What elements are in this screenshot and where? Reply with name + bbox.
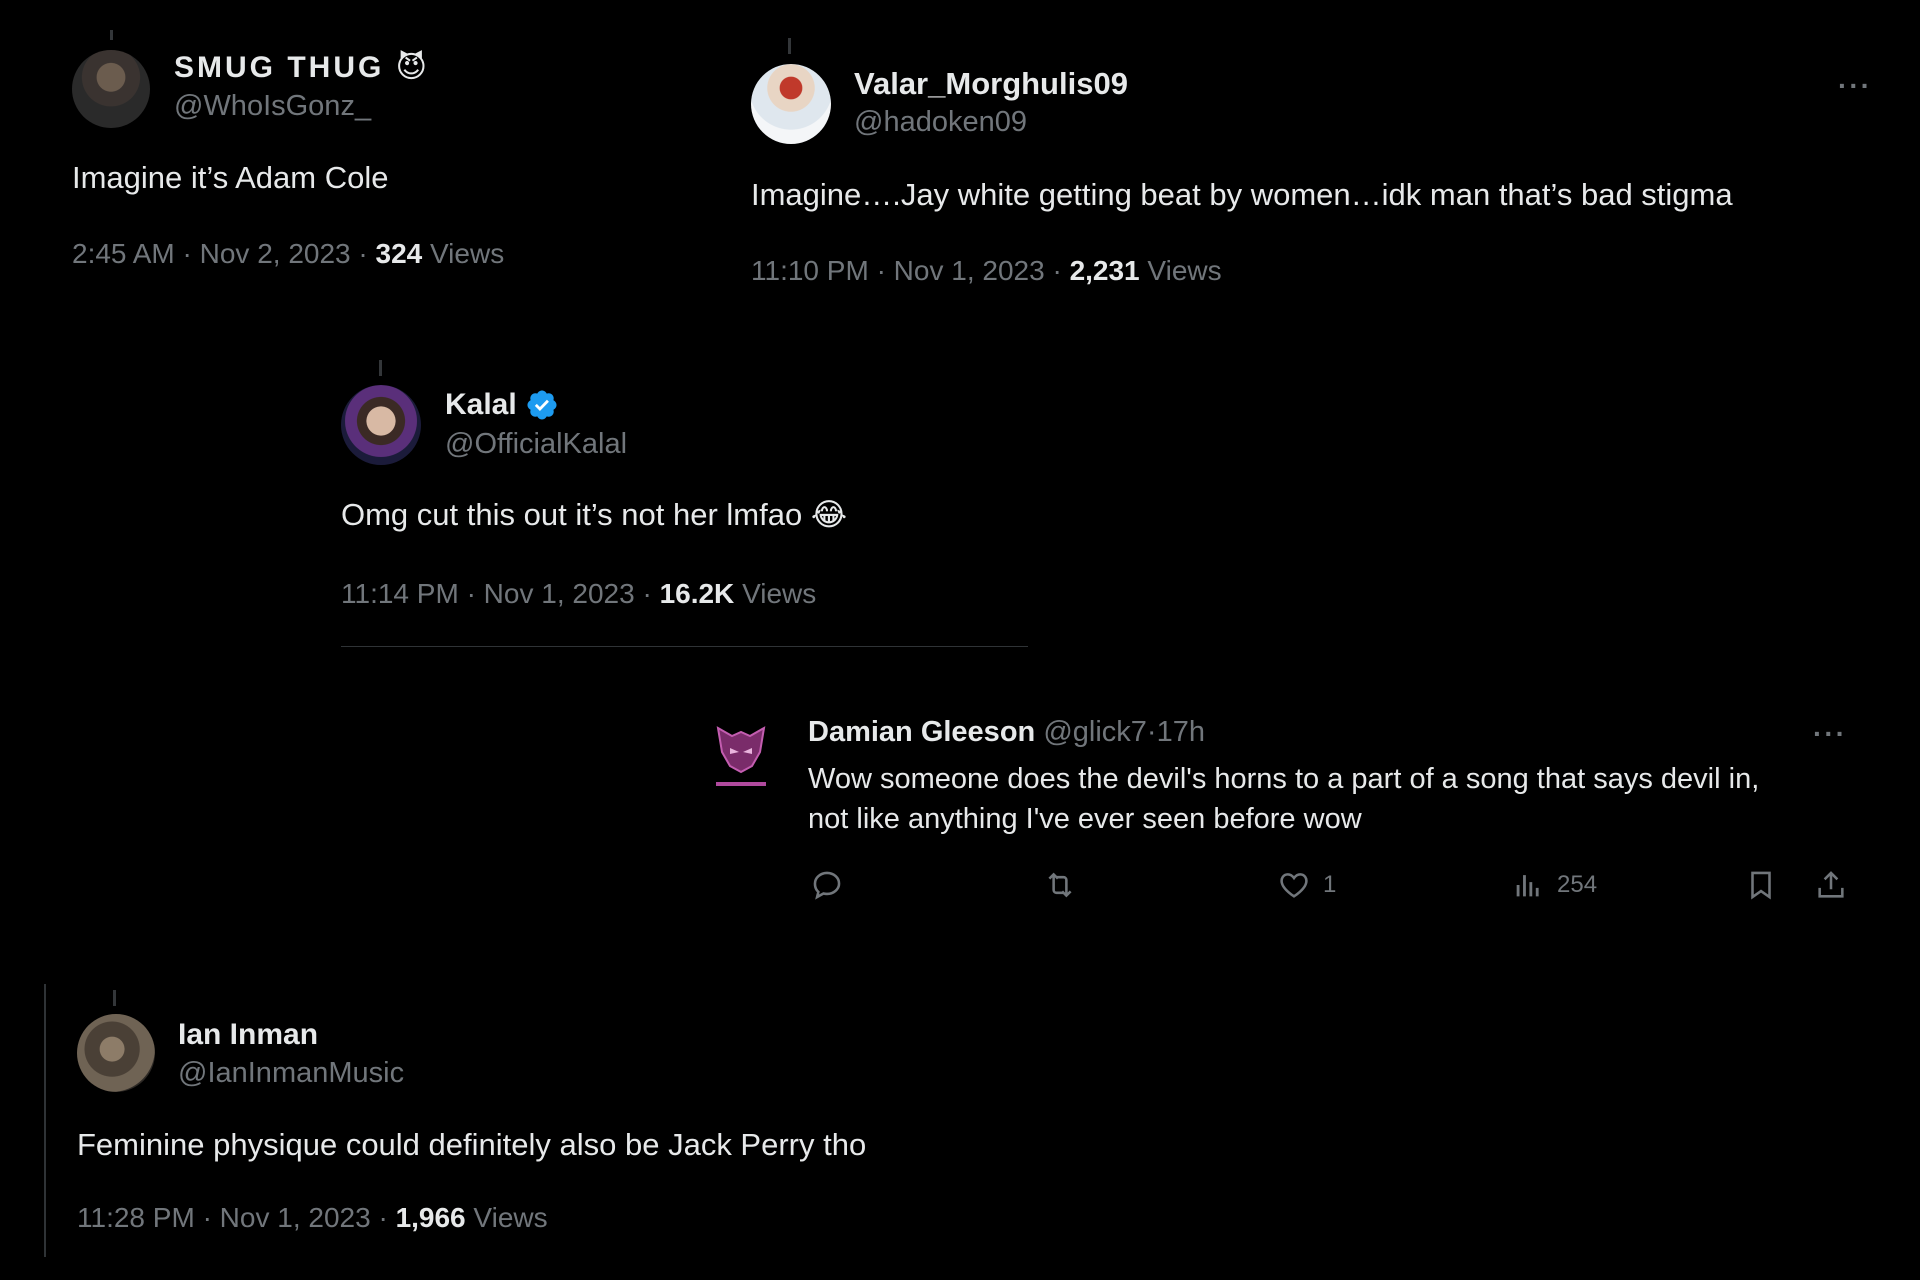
display-name[interactable]: Damian Gleeson xyxy=(808,716,1035,748)
reply-icon xyxy=(813,871,841,900)
date[interactable]: Nov 2, 2023 xyxy=(200,238,351,269)
avatar[interactable] xyxy=(751,64,831,144)
tweet-text: Imagine….Jay white getting beat by women… xyxy=(751,177,1733,212)
timestamp[interactable]: 11:10 PM xyxy=(751,255,869,286)
tweet-text: Imagine it’s Adam Cole xyxy=(72,160,389,195)
thread-connector xyxy=(788,38,791,54)
handle[interactable]: @IanInmanMusic xyxy=(178,1057,404,1090)
tweet-meta: 11:14 PM · Nov 1, 2023 · 16.2K Views xyxy=(341,578,817,609)
views-label: Views xyxy=(430,238,505,269)
timestamp[interactable]: 11:28 PM xyxy=(77,1202,195,1233)
more-options-button[interactable]: ··· xyxy=(1813,718,1847,750)
date[interactable]: Nov 1, 2023 xyxy=(220,1202,371,1233)
display-name[interactable]: Ian Inman xyxy=(178,1018,318,1052)
tweet-meta: 11:10 PM · Nov 1, 2023 · 2,231 Views xyxy=(751,255,1222,286)
handle[interactable]: @WhoIsGonz_ xyxy=(174,90,371,123)
date[interactable]: Nov 1, 2023 xyxy=(894,255,1045,286)
like-button[interactable]: 1 xyxy=(1277,868,1336,902)
handle[interactable]: @OfficialKalal xyxy=(445,428,627,461)
timestamp[interactable]: 11:14 PM xyxy=(341,578,459,609)
thread-connector xyxy=(113,990,116,1006)
avatar[interactable] xyxy=(72,50,150,128)
bookmark-button[interactable] xyxy=(1744,868,1778,902)
verified-badge-icon xyxy=(527,390,557,420)
more-options-button[interactable]: ··· xyxy=(1838,70,1872,102)
display-name[interactable]: Valar_Morghulis09 xyxy=(854,66,1128,102)
heart-icon xyxy=(1280,873,1308,898)
thread-line xyxy=(44,984,46,1257)
tweet-meta: 2:45 AM · Nov 2, 2023 · 324 Views xyxy=(72,238,505,269)
display-name[interactable]: SMUG THUG 😈 xyxy=(174,50,430,85)
bookmark-icon xyxy=(1751,871,1771,900)
handle[interactable]: @glick7 xyxy=(1043,716,1147,748)
share-icon xyxy=(1818,871,1844,898)
views-label: Views xyxy=(473,1202,548,1233)
thread-connector xyxy=(379,360,382,376)
tweet-header: Damian Gleeson @glick7·17h xyxy=(808,716,1205,748)
views-count: 324 xyxy=(375,238,423,269)
avatar[interactable] xyxy=(77,1014,155,1092)
views-label: Views xyxy=(742,578,817,609)
avatar-decepticon-icon[interactable] xyxy=(712,722,770,792)
avatar[interactable] xyxy=(341,385,421,465)
divider xyxy=(341,646,1028,647)
handle[interactable]: @hadoken09 xyxy=(854,106,1027,139)
age[interactable]: 17h xyxy=(1157,716,1205,748)
retweet-icon xyxy=(1048,872,1072,898)
tweet-meta: 11:28 PM · Nov 1, 2023 · 1,966 Views xyxy=(77,1202,548,1233)
views-count: 1,966 xyxy=(395,1202,466,1233)
views-count: 2,231 xyxy=(1069,255,1140,286)
views-count: 16.2K xyxy=(659,578,735,609)
like-count: 1 xyxy=(1323,871,1337,898)
views-button[interactable]: 254 xyxy=(1511,868,1597,902)
analytics-icon xyxy=(1516,875,1539,897)
reply-button[interactable] xyxy=(810,868,844,902)
tweet-text: Omg cut this out it’s not her lmfao 😂 xyxy=(341,497,848,532)
display-name[interactable]: Kalal xyxy=(445,388,559,422)
thread-connector xyxy=(110,30,113,40)
tweet-text-line-1: Wow someone does the devil's horns to a … xyxy=(808,763,1760,795)
tweet-text-line-2: not like anything I've ever seen before … xyxy=(808,803,1362,835)
devil-emoji-icon: 😈 xyxy=(395,51,430,84)
views-label: Views xyxy=(1147,255,1222,286)
share-button[interactable] xyxy=(1814,868,1848,902)
laughing-emoji-icon: 😂 xyxy=(810,497,848,532)
view-count: 254 xyxy=(1557,871,1598,898)
retweet-button[interactable] xyxy=(1042,868,1078,902)
date[interactable]: Nov 1, 2023 xyxy=(484,578,635,609)
timestamp[interactable]: 2:45 AM xyxy=(72,238,175,269)
tweet-text: Feminine physique could definitely also … xyxy=(77,1127,867,1162)
